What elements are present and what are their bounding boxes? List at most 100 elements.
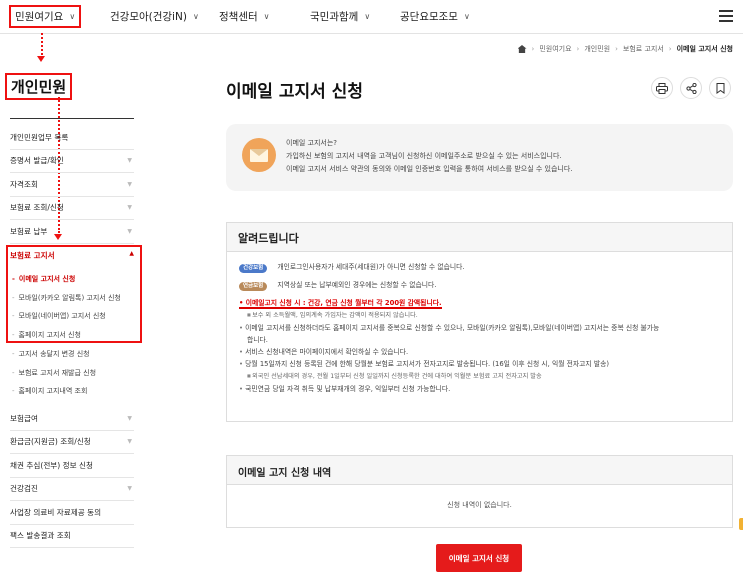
notice-row: 연금보험 지역상실 또는 납부예외인 경우에는 신청할 수 없습니다. <box>239 279 720 291</box>
info-box: 이메일 고지서는? 가입하신 보험의 고지서 내역을 고객님이 신청하신 이메일… <box>226 124 733 191</box>
info-text: 이메일 고지서는? 가입하신 보험의 고지서 내역을 고객님이 신청하신 이메일… <box>286 137 573 176</box>
notice-bullet-highlight: 이메일고지 신청 시 : 건강, 연금 신청 월부터 각 200원 감액됩니다. <box>239 297 720 309</box>
submenu-item[interactable]: - 모바일(네이버앱) 고지서 신청 <box>12 307 136 326</box>
sidebar-item-open-section[interactable]: 보험료 고지서 ▲ <box>10 250 134 261</box>
dash-icon: - <box>12 387 15 396</box>
triangle-down-icon: ▼ <box>127 438 132 446</box>
sidebar-item-label: 보험급여 <box>10 413 38 423</box>
chevron-down-icon: ∨ <box>364 12 371 21</box>
nav-item-policy[interactable]: 정책센터 ∨ <box>219 9 270 24</box>
pension-insurance-badge: 연금보험 <box>239 282 268 291</box>
share-button[interactable] <box>680 77 702 99</box>
notice-subnote: 보수 외 소득월액, 임의계속 가입자는 감액이 적용되지 않습니다. <box>247 309 720 322</box>
triangle-down-icon: ▼ <box>127 485 132 493</box>
submenu-item[interactable]: - 홈페이지 고지서 신청 <box>12 326 136 345</box>
annotation-arrow <box>41 33 43 55</box>
notice-bullet: 국민연금 당일 자격 취득 및 납부재개의 경우, 익일부터 신청 가능합니다. <box>239 383 720 395</box>
submenu-item[interactable]: - 고지서 송달지 변경 신청 <box>12 345 136 364</box>
sidebar-item[interactable]: 증명서 발급/확인 ▼ <box>10 150 134 173</box>
sidebar-submenu: - 이메일 고지서 신청 - 모바일(카카오 알림톡) 고지서 신청 - 모바일… <box>12 270 136 344</box>
triangle-down-icon: ▼ <box>127 227 132 235</box>
notice-bullet: 이메일 고지서를 신청하더라도 홈페이지 고지서를 중복으로 신청할 수 있으나… <box>239 322 720 334</box>
nav-label: 국민과함께 <box>310 11 359 23</box>
notice-bullet-cont: 합니다. <box>247 336 268 344</box>
info-line: 이메일 고지서 서비스 약관의 동의와 이메일 인증번호 입력을 통하여 서비스… <box>286 165 573 173</box>
sidebar-item[interactable]: 채권 추심(전부) 정보 신청 <box>10 454 134 478</box>
sidebar-item[interactable]: 개인민원업무 목록 <box>10 126 134 150</box>
floating-side-tab[interactable] <box>739 518 743 530</box>
top-nav: 민원여기요 ∨ 건강모아(건강iN) ∨ 정책센터 ∨ 국민과함께 ∨ 공단요모… <box>0 0 743 34</box>
history-empty-message: 신청 내역이 없습니다. <box>447 501 512 509</box>
submenu-label: 모바일(카카오 알림톡) 고지서 신청 <box>18 293 121 302</box>
dash-icon: - <box>12 275 15 284</box>
breadcrumb-separator: › <box>576 45 580 53</box>
share-icon <box>685 82 697 94</box>
bookmark-button[interactable] <box>709 77 731 99</box>
submenu-label: 홈페이지 고지서 신청 <box>18 330 81 339</box>
history-panel: 이메일 고지 신청 내역 신청 내역이 없습니다. <box>226 455 733 528</box>
submenu-label: 홈페이지 고지내역 조회 <box>18 387 88 396</box>
submenu-item[interactable]: - 이메일 고지서 신청 <box>12 270 136 289</box>
chevron-down-icon: ∨ <box>263 12 270 21</box>
triangle-down-icon: ▼ <box>127 157 132 165</box>
print-button[interactable] <box>651 77 673 99</box>
submenu-label: 고지서 송달지 변경 신청 <box>18 350 90 359</box>
triangle-up-icon: ▲ <box>129 250 134 257</box>
nav-item-minwon[interactable]: 민원여기요 ∨ <box>9 5 82 28</box>
notice-text: 지역상실 또는 납부예외인 경우에는 신청할 수 없습니다. <box>277 281 437 289</box>
nav-item-together[interactable]: 국민과함께 ∨ <box>310 9 370 24</box>
apply-email-notice-button[interactable]: 이메일 고지서 신청 <box>436 544 522 572</box>
notice-subnote: 외국인 선납세대의 경우, 전월 1일부터 신청 일일까지 신청등록한 건에 대… <box>247 370 720 383</box>
sidebar-item[interactable]: 보험료 납부 ▼ <box>10 220 134 244</box>
sidebar-item-label: 환급금(지원금) 조회/신청 <box>10 437 91 447</box>
submenu-item[interactable]: - 모바일(카카오 알림톡) 고지서 신청 <box>12 289 136 308</box>
sidebar-item[interactable]: 건강검진 ▼ <box>10 478 134 501</box>
history-title: 이메일 고지 신청 내역 <box>227 456 732 485</box>
health-insurance-badge: 건강보험 <box>239 264 268 273</box>
dash-icon: - <box>12 312 15 321</box>
breadcrumb-item[interactable]: 개인민원 <box>584 44 610 54</box>
sidebar-item[interactable]: 팩스 발송결과 조회 <box>10 525 134 548</box>
hamburger-menu-icon[interactable] <box>719 10 733 22</box>
envelope-icon <box>242 138 276 172</box>
home-icon[interactable] <box>517 45 527 53</box>
submenu-item[interactable]: - 홈페이지 고지내역 조회 <box>12 382 136 401</box>
chevron-down-icon: ∨ <box>69 12 76 21</box>
sidebar-item-label: 사업장 의료비 자료제공 동의 <box>10 507 102 517</box>
sidebar-item[interactable]: 자격조회 ▼ <box>10 173 134 197</box>
notice-row: 건강보험 개인로그인사용자가 세대주(세대원)가 아니면 신청할 수 없습니다. <box>239 261 720 273</box>
nav-label: 정책센터 <box>219 11 258 23</box>
nav-item-about[interactable]: 공단요모조모 ∨ <box>400 9 470 24</box>
submenu-item[interactable]: - 보험료 고지서 재발급 신청 <box>12 364 136 383</box>
notice-panel: 알려드립니다 건강보험 개인로그인사용자가 세대주(세대원)가 아니면 신청할 … <box>226 222 733 422</box>
printer-icon <box>656 82 668 94</box>
breadcrumb-current: 이메일 고지서 신청 <box>676 45 733 53</box>
sidebar-item-label: 개인민원업무 목록 <box>10 132 69 142</box>
sidebar-title: 개인민원 <box>5 73 73 100</box>
dash-icon: - <box>12 330 15 339</box>
notice-title: 알려드립니다 <box>227 223 732 252</box>
sidebar-item[interactable]: 보험급여 ▼ <box>10 407 134 431</box>
annotation-arrowhead <box>37 56 45 62</box>
triangle-down-icon: ▼ <box>127 180 132 188</box>
notice-bullet: 서비스 신청내역은 마이페이지에서 확인하실 수 있습니다. <box>239 346 720 358</box>
sidebar-item-label: 자격조회 <box>10 179 38 189</box>
dash-icon: - <box>12 293 15 302</box>
breadcrumb-item[interactable]: 민원여기요 <box>539 44 571 54</box>
breadcrumb-item[interactable]: 보험료 고지서 <box>623 44 664 54</box>
dash-icon: - <box>12 350 15 359</box>
info-question: 이메일 고지서는? <box>286 139 338 147</box>
sidebar-item-label: 보험료 납부 <box>10 226 48 236</box>
sidebar-item-label: 보험료 조회/신청 <box>10 203 64 213</box>
nav-item-health[interactable]: 건강모아(건강iN) ∨ <box>110 9 199 24</box>
sidebar-item[interactable]: 환급금(지원금) 조회/신청 ▼ <box>10 431 134 454</box>
dash-icon: - <box>12 368 15 377</box>
submenu-label: 이메일 고지서 신청 <box>18 275 76 284</box>
sidebar-item[interactable]: 보험료 조회/신청 ▼ <box>10 197 134 220</box>
info-line: 가입하신 보험의 고지서 내역을 고객님이 신청하신 이메일주소로 받으실 수 … <box>286 152 562 160</box>
notice-text: 개인로그인사용자가 세대주(세대원)가 아니면 신청할 수 없습니다. <box>277 263 465 271</box>
sidebar-item[interactable]: 사업장 의료비 자료제공 동의 <box>10 501 134 525</box>
breadcrumb-separator: › <box>615 45 618 53</box>
chevron-down-icon: ∨ <box>463 12 470 21</box>
nav-label: 민원여기요 <box>15 11 64 23</box>
